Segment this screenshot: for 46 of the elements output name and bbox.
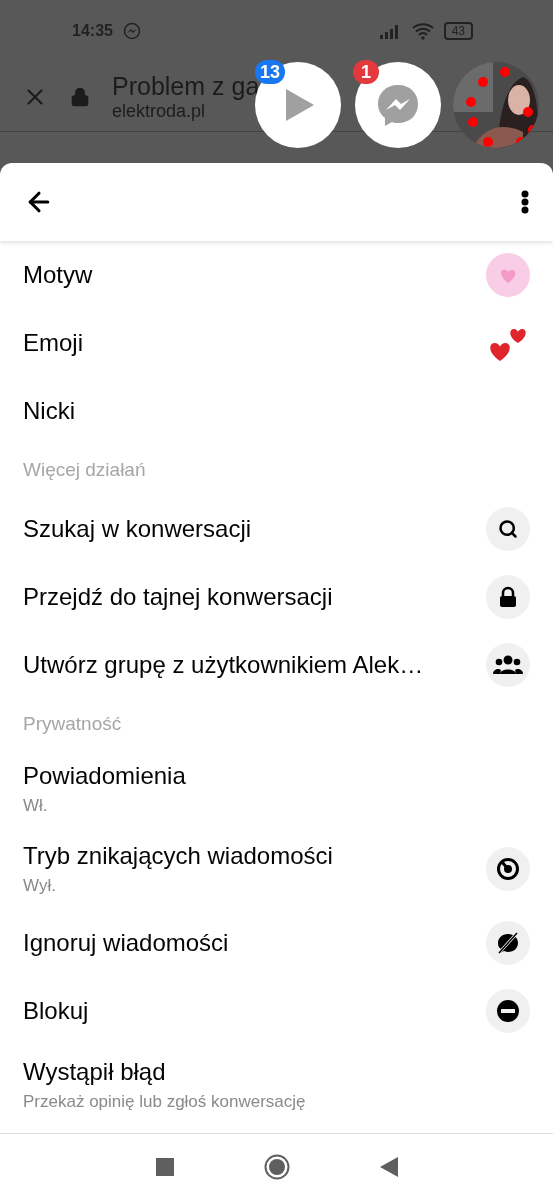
item-label: Nicki [23,397,76,425]
more-button[interactable] [521,190,529,214]
item-label: Szukaj w konwersacji [23,515,253,543]
messenger-icon [122,22,141,40]
timer-icon [486,847,530,891]
item-label: Emoji [23,329,84,357]
menu-item[interactable]: Wystąpił błąd Przekaż opinię lub zgłoś konwersację [0,1045,553,1125]
home-button[interactable] [263,1154,290,1180]
menu-item[interactable]: Motyw [0,241,553,309]
item-sublabel: Wł. [23,796,49,816]
menu-item[interactable]: Emoji [0,309,553,377]
item-label: Tryb znikających wiadomości [23,842,334,870]
chat-slash-icon [486,921,530,965]
item-label: Ignoruj wiadomości [23,929,230,957]
wifi-icon [411,22,434,40]
menu-item[interactable]: Nicki [0,377,553,445]
section-heading: Więcej działań [22,458,147,482]
item-label: Powiadomienia [23,762,187,790]
lock-icon [70,86,90,107]
item-label: Utwórz grupę z użytkownikiem Alek… [23,651,425,679]
block-icon [486,989,530,1033]
people-icon [486,643,530,687]
messenger-icon [376,83,420,127]
menu-item[interactable]: Powiadomienia Wł. [0,749,553,829]
section-heading: Prywatność [22,712,123,736]
menu-item[interactable]: Przejdź do tajnej konwersacji [0,563,553,631]
item-label: Wystąpił błąd [23,1058,167,1086]
item-sublabel: Przekaż opinię lub zgłoś konwersację [23,1092,307,1112]
search-icon [486,507,530,551]
item-sublabel: Wył. [23,876,57,896]
menu-item[interactable]: Blokuj [0,977,553,1045]
page-domain: elektroda.pl [112,100,207,122]
item-label: Przejdź do tajnej konwersacji [23,583,334,611]
back-nav-button[interactable] [379,1157,398,1177]
menu-item[interactable]: Utwórz grupę z użytkownikiem Alek… [0,631,553,699]
notification-badge: 1 [353,60,379,84]
menu-item[interactable]: Ignoruj wiadomości [0,909,553,977]
heart-theme-icon [486,253,530,297]
recents-button[interactable] [155,1158,174,1176]
item-label: Motyw [23,261,94,289]
more-icon [521,190,529,214]
menu-item[interactable]: Szukaj w konwersacji [0,495,553,563]
lock-icon [486,575,530,619]
item-label: Blokuj [23,997,90,1025]
chat-head[interactable]: 1 [355,62,441,148]
menu-item[interactable]: Tryb znikających wiadomości Wył. [0,829,553,909]
